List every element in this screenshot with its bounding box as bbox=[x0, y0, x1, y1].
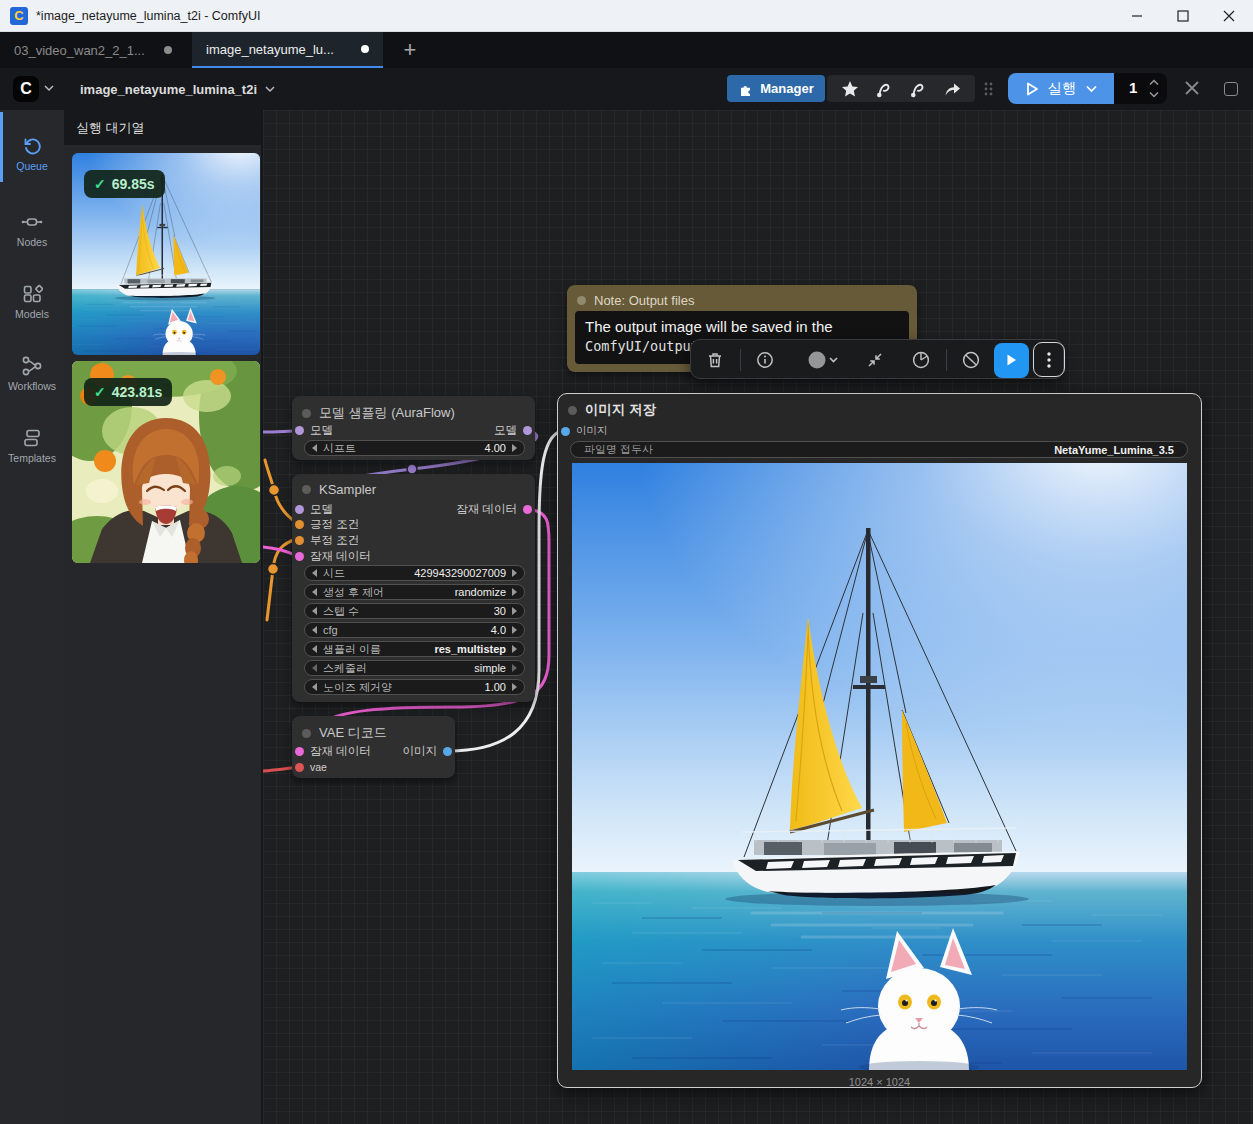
flow-icon[interactable] bbox=[874, 79, 894, 99]
workflow-tabbar: 03_video_wan2_2_1... image_netayume_lu..… bbox=[0, 32, 1253, 68]
node-collapse-dot[interactable] bbox=[302, 409, 311, 418]
input-port-vae[interactable]: vae bbox=[295, 760, 327, 774]
output-port-image[interactable]: 이미지 bbox=[403, 744, 453, 758]
puzzle-icon bbox=[738, 81, 753, 96]
reroute-dot-orange[interactable] bbox=[268, 564, 279, 575]
node-ksampler[interactable]: KSampler 모델 긍정 조건 부정 조건 잠재 데이터 잠재 데이터 시드… bbox=[292, 474, 535, 702]
info-button[interactable] bbox=[748, 343, 782, 377]
widget-filename-prefix[interactable]: 파일명 접두사 NetaYume_Lumina_3.5 bbox=[570, 441, 1188, 458]
widget-steps[interactable]: 스텝 수30 bbox=[304, 603, 525, 619]
check-icon: ✓ bbox=[94, 384, 106, 400]
queue-panel-header: 실행 대기열 bbox=[64, 110, 261, 145]
share-icon[interactable] bbox=[942, 79, 962, 99]
stop-button[interactable] bbox=[1224, 82, 1238, 96]
tab-03-video-wan[interactable]: 03_video_wan2_2_1... bbox=[0, 32, 186, 68]
delete-button[interactable] bbox=[698, 343, 732, 377]
selection-toolbar bbox=[690, 339, 1064, 379]
sidebar-item-queue[interactable]: Queue bbox=[0, 122, 64, 184]
queue-history-icon bbox=[21, 135, 43, 157]
tab-label: image_netayume_lu... bbox=[206, 42, 334, 57]
run-dropdown-chevron bbox=[1086, 85, 1097, 93]
more-options-button[interactable] bbox=[1033, 342, 1065, 377]
output-port-latent[interactable]: 잠재 데이터 bbox=[456, 502, 532, 516]
run-button[interactable]: 실행 bbox=[1008, 73, 1114, 104]
node-title: 이미지 저장 bbox=[585, 401, 656, 419]
reroute-dot-orange[interactable] bbox=[269, 485, 280, 496]
widget-denoise[interactable]: 노이즈 제거양1.00 bbox=[304, 679, 525, 695]
widget-scheduler[interactable]: 스케줄러simple bbox=[304, 660, 525, 676]
color-picker-button[interactable] bbox=[794, 343, 842, 377]
tab-image-netayume[interactable]: image_netayume_lu... bbox=[192, 32, 383, 68]
queue-time-badge: ✓423.81s bbox=[84, 378, 172, 406]
models-icon bbox=[21, 283, 43, 305]
increment-icon[interactable] bbox=[1149, 79, 1159, 86]
nodes-icon bbox=[21, 211, 43, 233]
widget-seed[interactable]: 시드429943290027009 bbox=[304, 565, 525, 581]
toolbar-icon-group bbox=[827, 75, 975, 102]
tab-status-dot bbox=[361, 45, 369, 53]
logo-chevron-icon[interactable] bbox=[44, 85, 54, 92]
new-tab-button[interactable]: + bbox=[392, 32, 428, 68]
batch-count-value: 1 bbox=[1129, 79, 1137, 96]
input-port-model[interactable]: 모델 bbox=[295, 423, 333, 437]
window-title: *image_netayume_lumina_t2i - ComfyUI bbox=[36, 0, 260, 32]
star-icon[interactable] bbox=[840, 79, 860, 99]
minimize-button[interactable] bbox=[1114, 0, 1160, 32]
node-save-image[interactable]: 이미지 저장 이미지 파일명 접두사 NetaYume_Lumina_3.5 1… bbox=[557, 393, 1202, 1088]
input-port-latent[interactable]: 잠재 데이터 bbox=[295, 549, 371, 563]
widget-control-after-generate[interactable]: 생성 후 제어randomize bbox=[304, 584, 525, 600]
batch-count-box[interactable]: 1 bbox=[1114, 73, 1167, 104]
titlebar: C *image_netayume_lumina_t2i - ComfyUI bbox=[0, 0, 1253, 32]
node-title: Note: Output files bbox=[594, 293, 694, 308]
sidebar-item-nodes[interactable]: Nodes bbox=[0, 198, 64, 260]
generated-image-preview[interactable] bbox=[572, 463, 1187, 1070]
left-sidebar: Queue Nodes Models Workflows Templates bbox=[0, 110, 64, 1124]
widget-cfg[interactable]: cfg4.0 bbox=[304, 622, 525, 638]
sidebar-item-templates[interactable]: Templates bbox=[0, 414, 64, 476]
input-port-image[interactable]: 이미지 bbox=[561, 424, 608, 438]
reroute-dot-purple[interactable] bbox=[407, 464, 417, 474]
sidebar-item-models[interactable]: Models bbox=[0, 270, 64, 332]
sidebar-item-workflows[interactable]: Workflows bbox=[0, 342, 64, 404]
pin-pie-button[interactable] bbox=[904, 343, 938, 377]
node-collapse-dot[interactable] bbox=[302, 485, 311, 494]
output-port-model[interactable]: 모델 bbox=[494, 423, 532, 437]
run-group: 실행 1 bbox=[1008, 73, 1167, 104]
maximize-button[interactable] bbox=[1160, 0, 1206, 32]
main-toolbar: C image_netayume_lumina_t2i Manager 실행 1 bbox=[0, 68, 1253, 110]
play-icon bbox=[1026, 82, 1039, 96]
node-vae-decode[interactable]: VAE 디코드 잠재 데이터 vae 이미지 bbox=[292, 716, 455, 778]
flow-icon-2[interactable] bbox=[908, 79, 928, 99]
image-resolution-label: 1024 × 1024 bbox=[558, 1076, 1201, 1088]
close-button[interactable] bbox=[1206, 0, 1252, 32]
node-collapse-dot[interactable] bbox=[568, 406, 577, 415]
toolbar-drag-handle[interactable] bbox=[983, 81, 994, 97]
input-port-latent[interactable]: 잠재 데이터 bbox=[295, 744, 371, 758]
tab-status-dot bbox=[164, 46, 172, 54]
comfyui-window: C *image_netayume_lumina_t2i - ComfyUI 0… bbox=[0, 0, 1253, 1124]
workflow-name[interactable]: image_netayume_lumina_t2i bbox=[80, 68, 275, 110]
input-port-model[interactable]: 모델 bbox=[295, 502, 333, 516]
widget-sampler-name[interactable]: 샘플러 이름res_multistep bbox=[304, 641, 525, 657]
templates-icon bbox=[21, 427, 43, 449]
collapse-button[interactable] bbox=[858, 343, 892, 377]
input-port-positive[interactable]: 긍정 조건 bbox=[295, 517, 359, 531]
comfyui-logo[interactable]: C bbox=[13, 76, 39, 102]
widget-shift[interactable]: 시프트 4.00 bbox=[304, 440, 525, 456]
node-model-sampling-auraflow[interactable]: 모델 샘플링 (AuraFlow) 모델 모델 시프트 4.00 bbox=[292, 396, 535, 460]
app-logo-icon: C bbox=[10, 7, 28, 25]
node-collapse-dot[interactable] bbox=[302, 729, 311, 738]
node-canvas[interactable]: Note: Output files The output image will… bbox=[261, 110, 1253, 1124]
manager-button[interactable]: Manager bbox=[727, 75, 825, 102]
input-port-negative[interactable]: 부정 조건 bbox=[295, 533, 359, 547]
queue-time-badge: ✓69.85s bbox=[84, 170, 165, 198]
node-collapse-dot[interactable] bbox=[577, 296, 586, 305]
bypass-button[interactable] bbox=[954, 343, 988, 377]
interrupt-button[interactable] bbox=[1183, 79, 1203, 99]
decrement-icon[interactable] bbox=[1149, 91, 1159, 98]
execute-node-button[interactable] bbox=[994, 343, 1029, 378]
check-icon: ✓ bbox=[94, 176, 106, 192]
workflows-icon bbox=[21, 355, 43, 377]
tab-label: 03_video_wan2_2_1... bbox=[14, 43, 145, 58]
